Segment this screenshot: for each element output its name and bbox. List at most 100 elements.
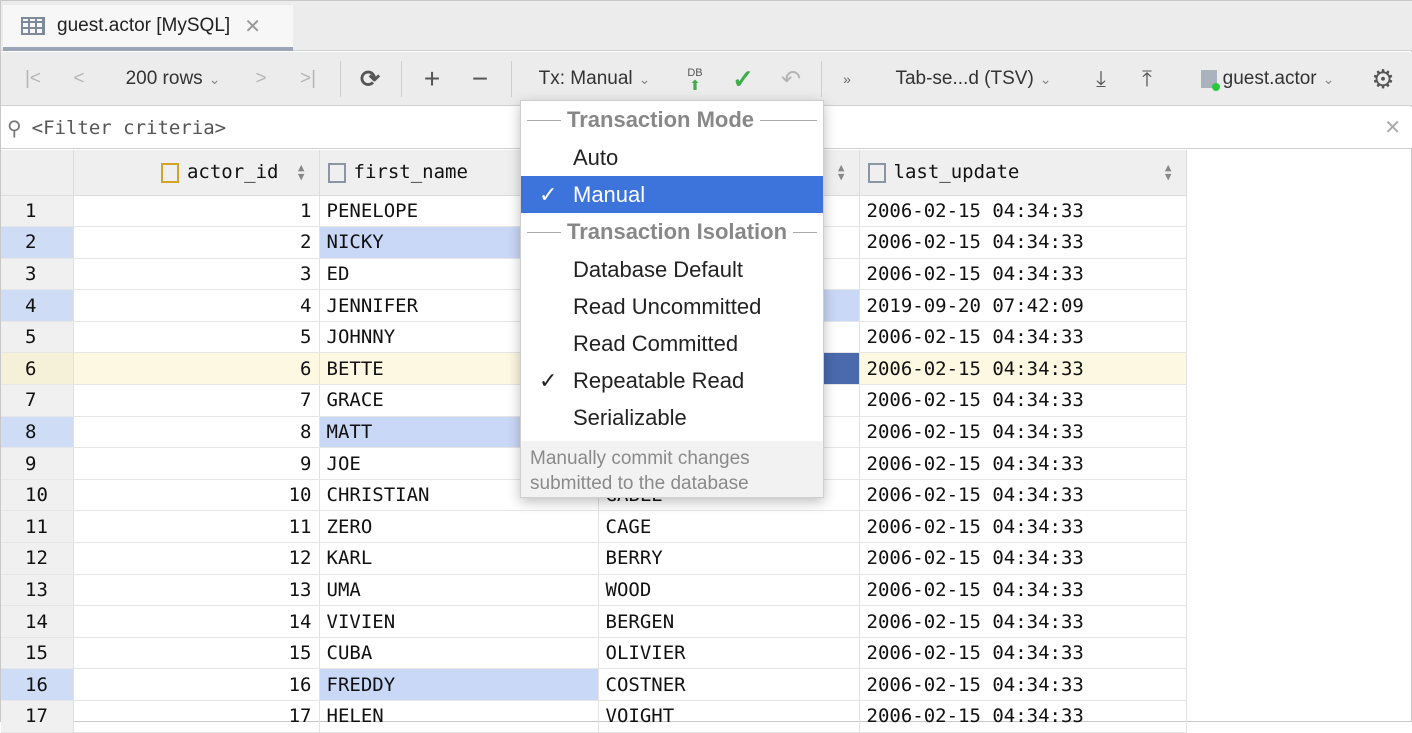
cell-actor-id[interactable]: 7 [73, 384, 320, 417]
table-row[interactable]: 12 12 KARL BERRY 2006-02-15 04:34:33 [1, 542, 1187, 575]
sort-icon[interactable]: ▲ ▼ [838, 162, 845, 182]
cell-last-update[interactable]: 2006-02-15 04:34:33 [859, 258, 1187, 291]
commit-icon[interactable]: ✓ [729, 52, 757, 106]
next-page-icon[interactable]: > [249, 52, 273, 106]
cell-last-update[interactable]: 2006-02-15 04:34:33 [859, 195, 1187, 228]
cell-first-name[interactable]: FREDDY [319, 668, 599, 701]
filter-input[interactable]: <Filter criteria> [32, 117, 226, 139]
isolation-serializable[interactable]: Serializable [521, 399, 823, 436]
cell-actor-id[interactable]: 9 [73, 447, 320, 480]
cell-last-update[interactable]: 2006-02-15 04:34:33 [859, 321, 1187, 354]
cell-last-update[interactable]: 2006-02-15 04:34:33 [859, 226, 1187, 259]
cell-actor-id[interactable]: 16 [73, 668, 320, 701]
sort-icon[interactable]: ▲ ▼ [298, 162, 305, 182]
isolation-repeatable-read[interactable]: ✓ Repeatable Read [521, 362, 823, 399]
table-row[interactable]: 16 16 FREDDY COSTNER 2006-02-15 04:34:33 [1, 668, 1187, 701]
table-row[interactable]: 17 17 HELEN VOIGHT 2006-02-15 04:34:33 [1, 700, 1187, 733]
cell-last-update[interactable]: 2006-02-15 04:34:33 [859, 542, 1187, 575]
column-label: first_name [353, 161, 468, 184]
cell-last-update[interactable]: 2006-02-15 04:34:33 [859, 510, 1187, 544]
datasource-dropdown[interactable]: guest.actor ⌄ [1185, 52, 1350, 106]
page-size-dropdown[interactable]: 200 rows ⌄ [113, 52, 233, 106]
cell-last-update[interactable]: 2006-02-15 04:34:33 [859, 384, 1187, 417]
cell-last-update[interactable]: 2006-02-15 04:34:33 [859, 447, 1187, 480]
cell-last-name[interactable]: COSTNER [598, 668, 860, 701]
tab-guest-actor[interactable]: guest.actor [MySQL] ✕ [3, 5, 293, 51]
settings-gear-icon[interactable]: ⚙ [1367, 52, 1399, 106]
cell-actor-id[interactable]: 15 [73, 637, 320, 670]
cell-last-update[interactable]: 2006-02-15 04:34:33 [859, 668, 1187, 701]
cell-actor-id[interactable]: 1 [73, 195, 320, 228]
cell-last-update[interactable]: 2006-02-15 04:34:33 [859, 637, 1187, 670]
previous-page-icon[interactable]: < [67, 52, 91, 106]
format-label: Tab-se...d (TSV) [895, 68, 1034, 89]
row-number: 17 [1, 700, 74, 733]
cell-actor-id[interactable]: 2 [73, 226, 320, 259]
cell-actor-id[interactable]: 6 [73, 352, 320, 386]
clear-filter-icon[interactable]: ✕ [1384, 115, 1401, 140]
cell-actor-id[interactable]: 17 [73, 700, 320, 733]
cell-last-update[interactable]: 2006-02-15 04:34:33 [859, 574, 1187, 607]
column-icon [327, 162, 346, 183]
cell-first-name[interactable]: CUBA [319, 637, 599, 670]
cell-first-name[interactable]: UMA [319, 574, 599, 607]
cell-first-name[interactable]: VIVIEN [319, 605, 599, 638]
more-actions-icon[interactable]: » [837, 52, 857, 106]
table-row[interactable]: 13 13 UMA WOOD 2006-02-15 04:34:33 [1, 574, 1187, 607]
cell-last-update[interactable]: 2019-09-20 07:42:09 [859, 289, 1187, 322]
cell-actor-id[interactable]: 5 [73, 321, 320, 354]
upload-icon[interactable]: ⤒ [1133, 52, 1161, 106]
cell-last-update[interactable]: 2006-02-15 04:34:33 [859, 479, 1187, 512]
sort-icon[interactable]: ▲ ▼ [1165, 162, 1172, 182]
cell-last-update[interactable]: 2006-02-15 04:34:33 [859, 352, 1187, 386]
row-number: 16 [1, 668, 74, 701]
cell-actor-id[interactable]: 8 [73, 416, 320, 449]
row-number: 5 [1, 321, 74, 354]
delete-row-icon[interactable]: − [465, 52, 495, 106]
cell-last-name[interactable]: OLIVIER [598, 637, 860, 670]
cell-last-name[interactable]: VOIGHT [598, 700, 860, 733]
cell-actor-id[interactable]: 14 [73, 605, 320, 638]
download-icon[interactable]: ⤓ [1087, 52, 1115, 106]
cell-last-update[interactable]: 2006-02-15 04:34:33 [859, 700, 1187, 733]
export-format-dropdown[interactable]: Tab-se...d (TSV) ⌄ [881, 52, 1066, 106]
isolation-read-committed[interactable]: Read Committed [521, 325, 823, 362]
mode-manual[interactable]: ✓ Manual [521, 176, 823, 213]
transaction-isolation-header: Transaction Isolation [521, 213, 823, 251]
menu-item-label: Read Committed [573, 330, 739, 356]
cell-first-name[interactable]: HELEN [319, 700, 599, 733]
transaction-mode-header: Transaction Mode [521, 101, 823, 139]
isolation-read-uncommitted[interactable]: Read Uncommitted [521, 288, 823, 325]
close-tab-icon[interactable]: ✕ [244, 14, 261, 39]
add-row-icon[interactable]: + [417, 52, 447, 106]
cell-last-update[interactable]: 2006-02-15 04:34:33 [859, 416, 1187, 449]
transaction-mode-dropdown[interactable]: Tx: Manual ⌄ [527, 52, 662, 106]
cell-actor-id[interactable]: 11 [73, 510, 320, 544]
cell-last-name[interactable]: BERGEN [598, 605, 860, 638]
cell-first-name[interactable]: ZERO [319, 510, 599, 544]
cell-actor-id[interactable]: 12 [73, 542, 320, 575]
cell-last-name[interactable]: BERRY [598, 542, 860, 575]
isolation-database-default[interactable]: Database Default [521, 251, 823, 288]
cell-last-name[interactable]: WOOD [598, 574, 860, 607]
search-icon[interactable]: ⚲ [7, 116, 22, 140]
cell-last-update[interactable]: 2006-02-15 04:34:33 [859, 605, 1187, 638]
mode-auto[interactable]: Auto [521, 139, 823, 176]
refresh-icon[interactable]: ⟳ [355, 52, 385, 106]
cell-first-name[interactable]: KARL [319, 542, 599, 575]
cell-actor-id[interactable]: 3 [73, 258, 320, 291]
row-number: 6 [1, 352, 74, 386]
table-row[interactable]: 14 14 VIVIEN BERGEN 2006-02-15 04:34:33 [1, 605, 1187, 638]
table-row[interactable]: 15 15 CUBA OLIVIER 2006-02-15 04:34:33 [1, 637, 1187, 670]
table-row[interactable]: 11 11 ZERO CAGE 2006-02-15 04:34:33 [1, 510, 1187, 544]
rollback-icon[interactable]: ↶ [777, 52, 805, 106]
db-submit-icon[interactable]: DB ⬆ [681, 52, 709, 106]
last-page-icon[interactable]: >| [293, 52, 323, 106]
column-header-actor-id[interactable]: actor_id ▲ ▼ [73, 150, 320, 196]
cell-actor-id[interactable]: 4 [73, 289, 320, 322]
cell-last-name[interactable]: CAGE [598, 510, 860, 544]
first-page-icon[interactable]: |< [19, 52, 47, 106]
column-header-last-update[interactable]: last_update ▲ ▼ [859, 150, 1187, 196]
cell-actor-id[interactable]: 10 [73, 479, 320, 512]
cell-actor-id[interactable]: 13 [73, 574, 320, 607]
